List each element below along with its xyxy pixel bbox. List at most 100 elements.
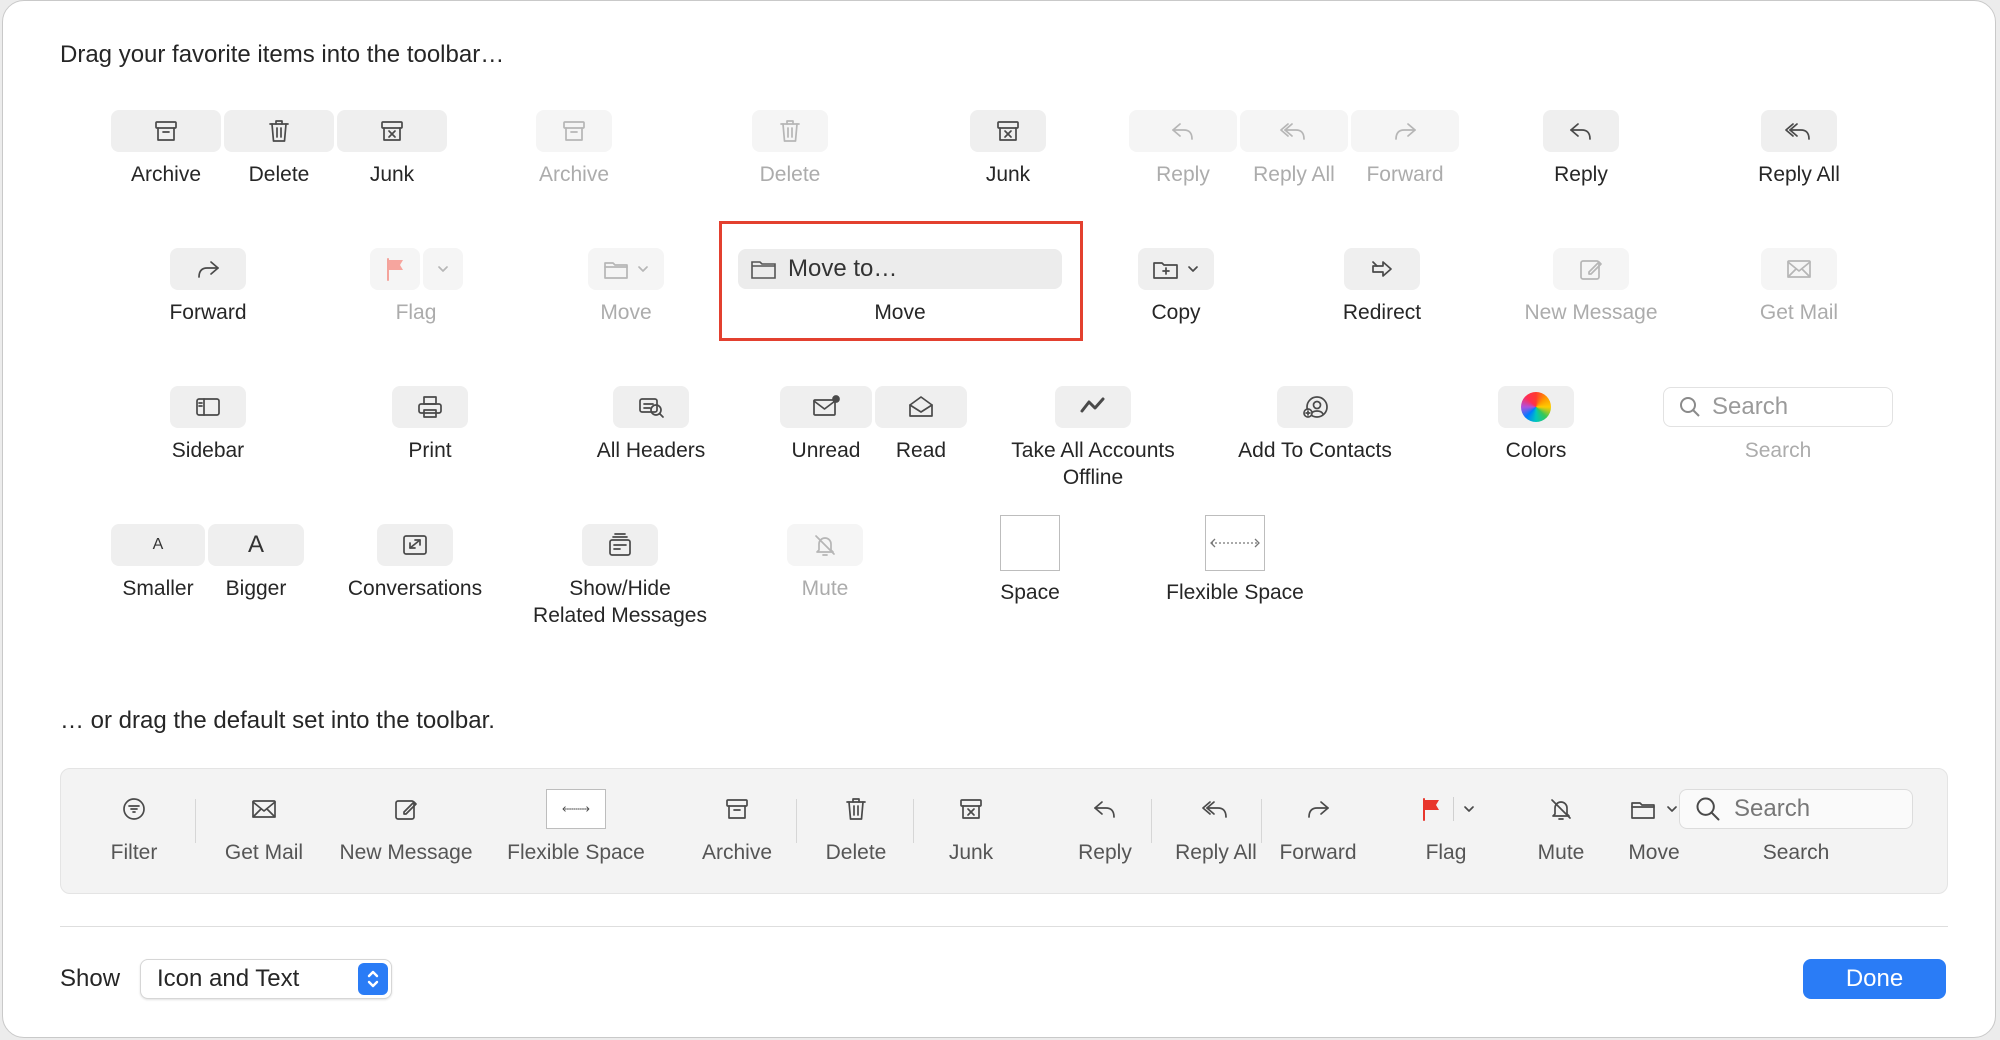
- reply-all-icon: [1785, 117, 1813, 145]
- move-to-field[interactable]: Move to…: [738, 249, 1062, 289]
- default-label: Move: [1628, 841, 1680, 864]
- new-message-item-disabled: New Message: [1524, 247, 1658, 326]
- default-flexible-space: Flexible Space: [496, 789, 656, 865]
- junk-button[interactable]: [337, 110, 447, 152]
- default-delete: Delete: [811, 789, 901, 865]
- redirect-button[interactable]: [1344, 248, 1420, 290]
- archive-button[interactable]: [111, 110, 221, 152]
- redirect-item[interactable]: Redirect: [1342, 247, 1422, 326]
- flag-label-disabled: Flag: [395, 301, 437, 324]
- copy-label: Copy: [1151, 301, 1201, 324]
- default-label: Delete: [825, 841, 887, 864]
- unread-button[interactable]: [780, 386, 872, 428]
- copy-item[interactable]: Copy: [1136, 247, 1216, 326]
- search-field: Search: [1679, 789, 1913, 829]
- take-offline-button[interactable]: [1055, 386, 1131, 428]
- space-box-icon[interactable]: [1000, 515, 1060, 571]
- move-to-label: Move: [874, 301, 926, 324]
- get-mail-button-disabled: [1761, 248, 1837, 290]
- separator: [1261, 799, 1262, 843]
- junk-button-single[interactable]: [970, 110, 1046, 152]
- reply-all-item[interactable]: Reply All: [1758, 109, 1840, 188]
- show-hide-label-line1: Show/Hide: [569, 577, 671, 600]
- default-label: Flag: [1425, 841, 1467, 864]
- show-hide-related-button[interactable]: [582, 524, 658, 566]
- envelope-icon: [1785, 255, 1813, 283]
- archive-label: Archive: [130, 163, 202, 186]
- reply-all-button[interactable]: [1761, 110, 1837, 152]
- show-hide-label-line2: Related Messages: [533, 604, 707, 627]
- copy-icon: [1152, 255, 1180, 283]
- default-label: Flexible Space: [507, 841, 645, 864]
- flexible-space-box[interactable]: [1205, 515, 1265, 571]
- reply-label-disabled: Reply: [1156, 163, 1210, 186]
- separator: [1151, 799, 1152, 843]
- unread-envelope-icon: [812, 393, 840, 421]
- search-item-disabled: Search Search: [1660, 385, 1896, 464]
- default-junk: Junk: [931, 789, 1011, 865]
- junk-item[interactable]: Junk: [968, 109, 1048, 188]
- delete-label-disabled: Delete: [759, 163, 821, 186]
- reply-button[interactable]: [1543, 110, 1619, 152]
- junk-icon: [378, 117, 406, 145]
- reply-all-icon: [1280, 117, 1308, 145]
- all-headers-button[interactable]: [613, 386, 689, 428]
- conversations-item[interactable]: Conversations: [325, 523, 505, 602]
- add-to-contacts-button[interactable]: [1277, 386, 1353, 428]
- conversations-icon: [401, 531, 429, 559]
- print-label: Print: [408, 439, 452, 462]
- default-toolbar-set[interactable]: Filter Get Mail New Message Flexible Spa…: [60, 768, 1948, 894]
- show-hide-related-item[interactable]: Show/Hide Related Messages: [520, 523, 720, 629]
- chevron-down-icon: [1186, 262, 1200, 276]
- smaller-bigger-group[interactable]: A A Smaller Bigger: [111, 523, 304, 602]
- unread-read-group[interactable]: Unread Read: [780, 385, 967, 464]
- add-to-contacts-item[interactable]: Add To Contacts: [1215, 385, 1415, 464]
- redirect-label: Redirect: [1342, 301, 1422, 324]
- print-button[interactable]: [392, 386, 468, 428]
- flexible-space-item[interactable]: Flexible Space: [1135, 515, 1335, 606]
- forward-icon: [194, 255, 222, 283]
- read-label: Read: [895, 439, 947, 462]
- forward-button[interactable]: [170, 248, 246, 290]
- folder-icon: [751, 261, 776, 279]
- search-icon: [1694, 795, 1722, 823]
- separator: [796, 799, 797, 843]
- forward-item[interactable]: Forward: [168, 247, 248, 326]
- flag-item-disabled: Flag: [368, 247, 464, 326]
- show-mode-select[interactable]: Icon and Text: [140, 959, 392, 999]
- take-offline-item[interactable]: Take All Accounts Offline: [993, 385, 1193, 491]
- print-item[interactable]: Print: [390, 385, 470, 464]
- junk-icon: [957, 795, 985, 823]
- open-envelope-icon: [907, 393, 935, 421]
- flag-menu-button-disabled: [422, 248, 463, 290]
- customize-toolbar-sheet: Drag your favorite items into the toolba…: [2, 0, 1996, 1038]
- forward-button-disabled: [1351, 110, 1459, 152]
- read-button[interactable]: [875, 386, 967, 428]
- smaller-button[interactable]: A: [111, 524, 205, 566]
- colors-button[interactable]: [1498, 386, 1574, 428]
- conversations-button[interactable]: [377, 524, 453, 566]
- sidebar-button[interactable]: [170, 386, 246, 428]
- default-search: Search Search: [1676, 789, 1916, 865]
- archive-icon: [152, 117, 180, 145]
- colors-item[interactable]: Colors: [1496, 385, 1576, 464]
- reply-icon: [1567, 117, 1595, 145]
- archive-button-disabled: [536, 110, 612, 152]
- all-headers-item[interactable]: All Headers: [597, 385, 705, 464]
- archive-delete-junk-group[interactable]: Archive Delete Junk: [111, 109, 447, 188]
- reply-item[interactable]: Reply: [1541, 109, 1621, 188]
- compose-icon: [392, 795, 420, 823]
- smaller-label: Smaller: [122, 577, 194, 600]
- default-label: Forward: [1279, 841, 1357, 864]
- delete-button[interactable]: [224, 110, 334, 152]
- bigger-button[interactable]: A: [208, 524, 304, 566]
- up-down-chevron-icon[interactable]: [358, 963, 388, 995]
- done-button[interactable]: Done: [1803, 959, 1946, 999]
- space-item[interactable]: Space: [980, 515, 1080, 606]
- trash-icon: [265, 117, 293, 145]
- move-to-item[interactable]: Move to… Move: [737, 247, 1063, 326]
- copy-button[interactable]: [1138, 248, 1214, 290]
- folder-icon: [602, 255, 630, 283]
- sidebar-item[interactable]: Sidebar: [168, 385, 248, 464]
- default-label: Get Mail: [224, 841, 304, 864]
